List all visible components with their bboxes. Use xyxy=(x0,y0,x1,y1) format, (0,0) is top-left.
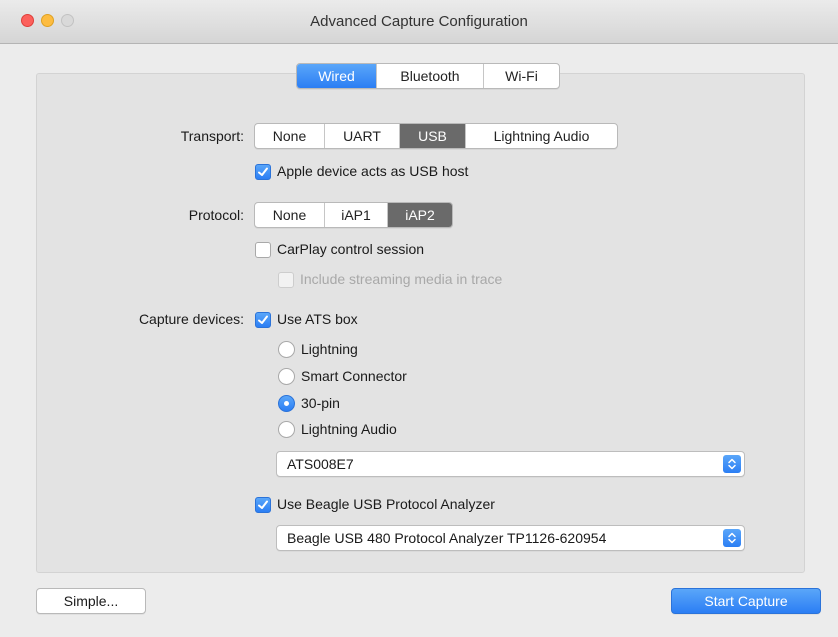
updown-chevron-icon xyxy=(723,455,741,473)
tab-wired[interactable]: Wired xyxy=(297,64,377,88)
protocol-option-iap2[interactable]: iAP2 xyxy=(388,203,452,227)
transport-option-none[interactable]: None xyxy=(255,124,325,148)
protocol-label: Protocol: xyxy=(188,207,244,223)
radio-lightning-label[interactable]: Lightning xyxy=(301,341,358,357)
usb-host-checkbox[interactable] xyxy=(255,164,271,180)
start-capture-button[interactable]: Start Capture xyxy=(671,588,821,614)
updown-chevron-icon xyxy=(723,529,741,547)
transport-option-uart[interactable]: UART xyxy=(325,124,400,148)
radio-lightning-audio[interactable] xyxy=(278,421,295,438)
radio-smart-connector[interactable] xyxy=(278,368,295,385)
checkmark-icon xyxy=(258,500,268,509)
ats-device-value: ATS008E7 xyxy=(287,456,354,472)
use-beagle-checkbox[interactable] xyxy=(255,497,271,513)
radio-lightning-audio-label[interactable]: Lightning Audio xyxy=(301,421,397,437)
protocol-option-none[interactable]: None xyxy=(255,203,325,227)
use-ats-checkbox[interactable] xyxy=(255,312,271,328)
checkmark-icon xyxy=(258,315,268,324)
transport-selector: None UART USB Lightning Audio xyxy=(254,123,618,149)
radio-lightning[interactable] xyxy=(278,341,295,358)
streaming-media-label: Include streaming media in trace xyxy=(300,271,503,287)
carplay-label[interactable]: CarPlay control session xyxy=(277,241,424,257)
radio-dot-icon xyxy=(284,401,289,406)
streaming-media-checkbox xyxy=(278,272,294,288)
tab-wifi[interactable]: Wi-Fi xyxy=(484,64,559,88)
radio-30-pin-label[interactable]: 30-pin xyxy=(301,395,340,411)
window-title: Advanced Capture Configuration xyxy=(310,13,528,30)
protocol-option-iap1[interactable]: iAP1 xyxy=(325,203,388,227)
simple-button[interactable]: Simple... xyxy=(36,588,146,614)
radio-smart-connector-label[interactable]: Smart Connector xyxy=(301,368,407,384)
transport-label: Transport: xyxy=(180,128,244,144)
beagle-device-value: Beagle USB 480 Protocol Analyzer TP1126-… xyxy=(287,530,607,546)
ats-device-popup[interactable]: ATS008E7 xyxy=(276,451,745,477)
radio-30-pin[interactable] xyxy=(278,395,295,412)
tab-bluetooth[interactable]: Bluetooth xyxy=(377,64,484,88)
usb-host-label[interactable]: Apple device acts as USB host xyxy=(277,163,468,179)
transport-option-usb[interactable]: USB xyxy=(400,124,466,148)
title-bar: Advanced Capture Configuration xyxy=(0,0,838,44)
checkmark-icon xyxy=(258,167,268,176)
beagle-device-popup[interactable]: Beagle USB 480 Protocol Analyzer TP1126-… xyxy=(276,525,745,551)
connection-tabs: Wired Bluetooth Wi-Fi xyxy=(296,63,560,89)
use-ats-label[interactable]: Use ATS box xyxy=(277,311,358,327)
protocol-selector: None iAP1 iAP2 xyxy=(254,202,453,228)
capture-devices-label: Capture devices: xyxy=(138,311,244,327)
transport-option-lightning-audio[interactable]: Lightning Audio xyxy=(466,124,617,148)
carplay-checkbox[interactable] xyxy=(255,242,271,258)
use-beagle-label[interactable]: Use Beagle USB Protocol Analyzer xyxy=(277,496,495,512)
